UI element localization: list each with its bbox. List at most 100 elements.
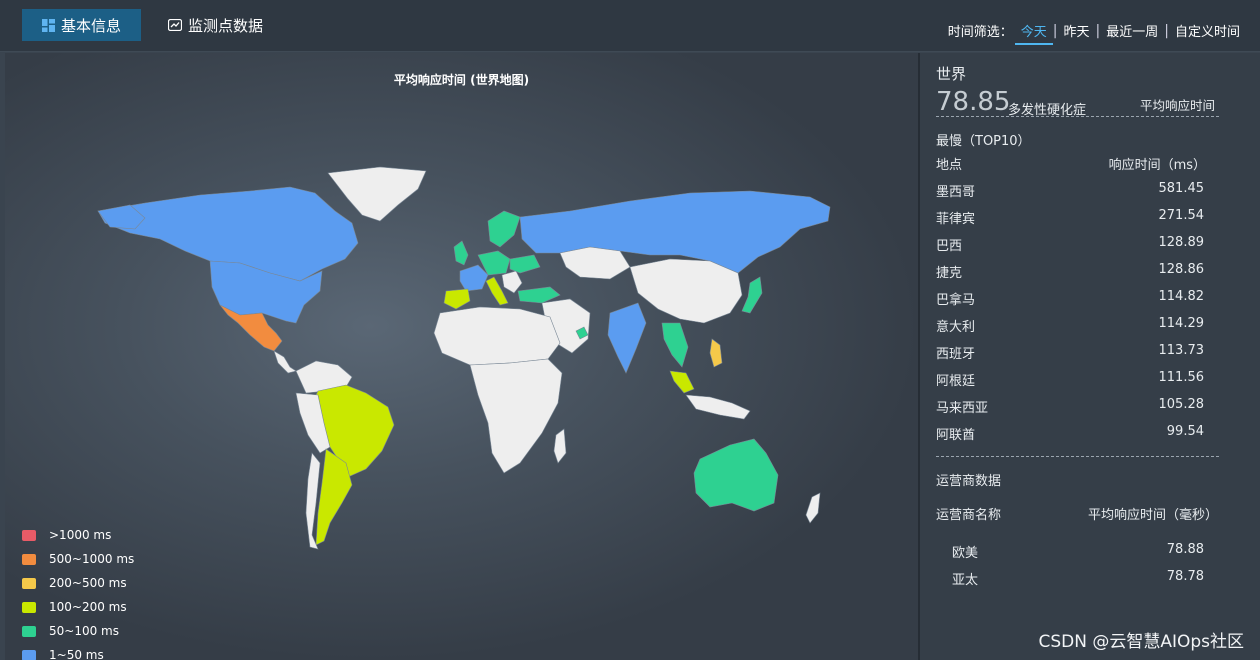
time-filter: 时间筛选： 今天 | 昨天 | 最近一周 | 自定义时间 (948, 16, 1246, 45)
region-india[interactable] (607, 302, 647, 374)
table-row[interactable]: 亚太 78.78 (952, 569, 1204, 588)
row-place: 巴西 (936, 239, 963, 254)
top-bar: 基本信息 监测点数据 时间筛选： 今天 | 昨天 | 最近一周 | 自定义时间 (0, 0, 1260, 52)
legend-swatch (22, 577, 36, 589)
row-place: 墨西哥 (936, 185, 976, 200)
region-malaysia[interactable] (669, 370, 695, 394)
slowest-title: 最慢（TOP10） (936, 134, 1031, 149)
operator-table-header: 运营商名称 平均响应时间（毫秒） (936, 504, 1218, 523)
region-france[interactable] (459, 264, 489, 292)
table-row[interactable]: 阿根廷 111.56 (936, 370, 1204, 389)
world-map[interactable] (90, 163, 840, 558)
region-spain[interactable] (443, 288, 471, 310)
region-se-asia[interactable] (661, 322, 689, 368)
table-row[interactable]: 巴拿马 114.82 (936, 289, 1204, 308)
region-turkey[interactable] (517, 286, 561, 304)
line-chart-icon (168, 19, 182, 31)
row-time: 111.56 (1158, 370, 1205, 385)
filter-last-week[interactable]: 最近一周 (1100, 21, 1164, 40)
legend-item[interactable]: 1~50 ms (22, 643, 134, 660)
region-australia[interactable] (693, 438, 779, 512)
legend-label: 500~1000 ms (49, 552, 135, 566)
operator-name: 亚太 (952, 573, 979, 588)
region-kazakhstan[interactable] (559, 246, 631, 280)
row-time: 128.89 (1158, 235, 1205, 250)
region-philippines[interactable] (709, 338, 723, 368)
row-time: 128.86 (1158, 262, 1205, 277)
legend-item[interactable]: 500~1000 ms (22, 547, 134, 571)
row-place: 菲律宾 (936, 212, 976, 227)
avg-label: 平均响应时间 (1140, 98, 1216, 113)
region-ukraine[interactable] (509, 254, 541, 274)
region-greenland[interactable] (327, 166, 427, 222)
region-china[interactable] (629, 258, 743, 324)
row-place: 巴拿马 (936, 293, 976, 308)
time-filter-label: 时间筛选： (947, 25, 1013, 40)
region-japan[interactable] (741, 276, 763, 314)
region-new-zealand[interactable] (805, 492, 821, 524)
legend-item[interactable]: 50~100 ms (22, 619, 134, 643)
row-place: 捷克 (936, 266, 963, 281)
region-balkans[interactable] (501, 270, 523, 294)
row-place: 西班牙 (936, 347, 976, 362)
legend-swatch (22, 601, 36, 613)
region-north-africa[interactable] (433, 306, 561, 366)
col-time: 响应时间（ms） (1108, 158, 1206, 173)
table-row[interactable]: 西班牙 113.73 (936, 343, 1204, 362)
filter-custom[interactable]: 自定义时间 (1169, 21, 1246, 40)
legend-item[interactable]: >1000 ms (22, 523, 134, 547)
row-place: 意大利 (936, 320, 976, 335)
legend-item[interactable]: 100~200 ms (22, 595, 134, 619)
col-operator-name: 运营商名称 (936, 508, 1002, 523)
row-place: 马来西亚 (936, 401, 989, 416)
tab-monitor-data-label: 监测点数据 (188, 16, 264, 35)
table-row[interactable]: 菲律宾 271.54 (936, 208, 1204, 227)
region-uk[interactable] (453, 240, 469, 266)
legend-label: 1~50 ms (49, 648, 104, 660)
filter-yesterday[interactable]: 昨天 (1058, 21, 1096, 40)
legend-item[interactable]: 200~500 ms (22, 571, 134, 595)
row-place: 阿根廷 (936, 374, 976, 389)
filter-today[interactable]: 今天 (1014, 21, 1053, 45)
region-central-africa[interactable] (469, 358, 563, 474)
row-time: 271.54 (1158, 208, 1205, 223)
legend-label: >1000 ms (49, 528, 112, 542)
row-time: 99.54 (1166, 424, 1204, 439)
legend-swatch (22, 529, 36, 541)
row-time: 114.29 (1158, 316, 1205, 331)
table-row[interactable]: 捷克 128.86 (936, 262, 1204, 281)
divider-dashed (936, 456, 1219, 457)
region-indonesia[interactable] (685, 394, 751, 420)
avg-value: 78.85 (936, 87, 1011, 117)
tab-monitor-data[interactable]: 监测点数据 (168, 9, 263, 41)
table-row[interactable]: 意大利 114.29 (936, 316, 1204, 335)
tab-basic-info-label: 基本信息 (61, 16, 122, 35)
table-row[interactable]: 阿联酋 99.54 (936, 424, 1204, 443)
row-time: 114.82 (1158, 289, 1205, 304)
legend-label: 200~500 ms (49, 576, 127, 590)
row-time: 113.73 (1158, 343, 1205, 358)
operator-time: 78.78 (1166, 569, 1204, 584)
tab-basic-info[interactable]: 基本信息 (22, 9, 141, 41)
operator-name: 欧美 (952, 546, 979, 561)
map-panel: 平均响应时间 (世界地图) >1000 ms 500~1000 ms 200~5… (5, 53, 918, 660)
slowest-table-header: 地点 响应时间（ms） (936, 154, 1206, 173)
operator-title: 运营商数据 (936, 474, 1002, 489)
divider-dashed (936, 116, 1219, 117)
region-madagascar[interactable] (553, 428, 567, 464)
legend-swatch (22, 625, 36, 637)
row-place: 阿联酋 (936, 428, 976, 443)
table-row[interactable]: 马来西亚 105.28 (936, 397, 1204, 416)
legend-swatch (22, 649, 36, 660)
table-row[interactable]: 欧美 78.88 (952, 542, 1204, 561)
watermark: CSDN @云智慧AIOps社区 (1038, 632, 1244, 652)
region-central-america[interactable] (273, 350, 297, 374)
operator-time: 78.88 (1166, 542, 1204, 557)
region-scandinavia[interactable] (487, 210, 521, 248)
dashboard-icon (42, 18, 55, 32)
table-row[interactable]: 巴西 128.89 (936, 235, 1204, 254)
col-place: 地点 (936, 158, 963, 173)
region-name: 世界 (936, 65, 967, 83)
col-operator-time: 平均响应时间（毫秒） (1087, 508, 1218, 523)
table-row[interactable]: 墨西哥 581.45 (936, 181, 1204, 200)
